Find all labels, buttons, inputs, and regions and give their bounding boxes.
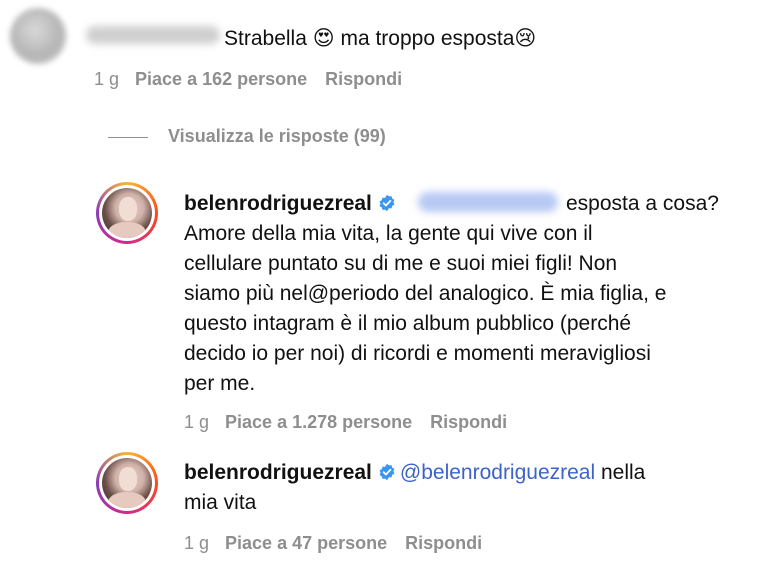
reply2-username[interactable]: belenrodriguezreal <box>184 461 372 484</box>
crying-emoji: 😢 <box>514 27 537 50</box>
reply1-likes[interactable]: Piace a 1.278 persone <box>225 412 412 432</box>
reply2-likes[interactable]: Piace a 47 persone <box>225 533 387 553</box>
reply1-text-line: decido io per noi) di ricordi e momenti … <box>184 342 651 365</box>
reply2-reply-button[interactable]: Rispondi <box>405 533 482 553</box>
reply1-text-line: Amore della mia vita, la gente qui vive … <box>184 222 593 245</box>
reply1-first-line: belenrodriguezreal <box>184 189 400 219</box>
reply2-mention-link[interactable]: @belenrodriguezreal <box>400 461 595 484</box>
comment-text-part1: Strabella <box>224 27 313 50</box>
reply1-text-line: siamo più nel@periodo del analogico. È m… <box>184 282 667 305</box>
story-ring <box>96 452 158 514</box>
comment-likes[interactable]: Piace a 162 persone <box>135 69 307 89</box>
reply1-text-line: cellulare puntato su di me e suoi miei f… <box>184 252 618 275</box>
profile-photo <box>102 458 152 508</box>
reply2-text-part: nella <box>595 461 646 484</box>
verified-badge-icon <box>379 463 395 481</box>
profile-photo <box>102 188 152 238</box>
story-ring <box>96 182 158 244</box>
reply1-meta: 1 g Piace a 1.278 persone Rispondi <box>184 412 525 433</box>
reply1-avatar[interactable] <box>96 182 158 244</box>
reply2-meta: 1 g Piace a 47 persone Rispondi <box>184 533 500 554</box>
reply1-time: 1 g <box>184 412 210 432</box>
comment-time: 1 g <box>94 69 120 89</box>
verified-badge-icon <box>379 194 395 212</box>
reply1-reply-button[interactable]: Rispondi <box>430 412 507 432</box>
reply2-first-line: belenrodriguezreal @belenrodriguezreal ne… <box>184 458 645 488</box>
commenter-username-blurred[interactable] <box>86 26 220 44</box>
comment-meta: 1 g Piace a 162 persone Rispondi <box>94 69 420 90</box>
commenter-avatar-blurred[interactable] <box>10 8 66 64</box>
reply1-text-line: per me. <box>184 372 256 395</box>
reply2-time: 1 g <box>184 533 210 553</box>
reply1-text-first: esposta a cosa? <box>566 192 719 215</box>
comment-text: Strabella 😍 ma troppo esposta😢 <box>224 24 536 54</box>
reply1-text-line: questo intagram è il mio album pubblico … <box>184 312 632 335</box>
comment-reply-button[interactable]: Rispondi <box>325 69 402 89</box>
heart-eyes-emoji: 😍 <box>312 27 335 50</box>
comment-text-part2: ma troppo esposta <box>334 27 515 50</box>
view-replies-button[interactable]: Visualizza le risposte (99) <box>168 126 386 147</box>
reply1-username[interactable]: belenrodriguezreal <box>184 192 372 215</box>
replies-divider <box>108 137 148 138</box>
reply1-mention-blurred[interactable] <box>418 192 558 212</box>
reply2-text-line: mia vita <box>184 491 257 514</box>
reply2-avatar[interactable] <box>96 452 158 514</box>
